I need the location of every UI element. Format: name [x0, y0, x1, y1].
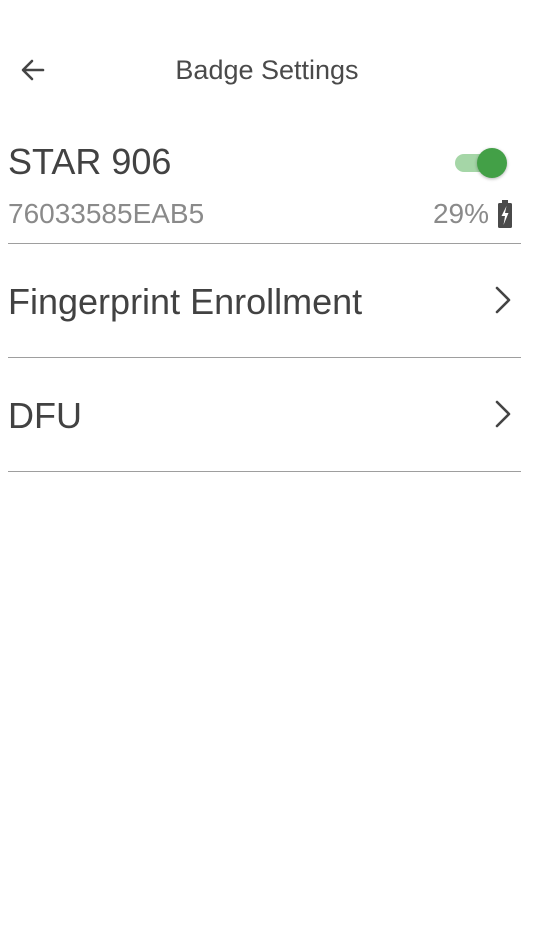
menu-item-label: Fingerprint Enrollment: [8, 281, 363, 322]
badge-settings-screen: Badge Settings STAR 906 76033585EAB5 29%…: [0, 0, 534, 950]
menu-item-fingerprint-enrollment[interactable]: Fingerprint Enrollment: [8, 244, 521, 358]
menu-item-label: DFU: [8, 395, 82, 436]
page-title: Badge Settings: [175, 55, 359, 85]
chevron-right-icon: [495, 400, 511, 428]
device-enable-toggle[interactable]: [455, 146, 507, 178]
chevron-right-icon: [495, 286, 511, 314]
battery-status: 29%: [433, 196, 513, 232]
battery-percent: 29%: [432, 198, 489, 229]
device-name: STAR 906: [8, 141, 172, 182]
app-bar: Badge Settings: [0, 0, 534, 140]
battery-charging-icon: [498, 200, 512, 228]
menu-item-dfu[interactable]: DFU: [8, 358, 521, 472]
toggle-thumb: [477, 148, 507, 178]
device-id: 76033585EAB5: [8, 198, 205, 229]
device-row: STAR 906 76033585EAB5 29%: [8, 130, 521, 244]
